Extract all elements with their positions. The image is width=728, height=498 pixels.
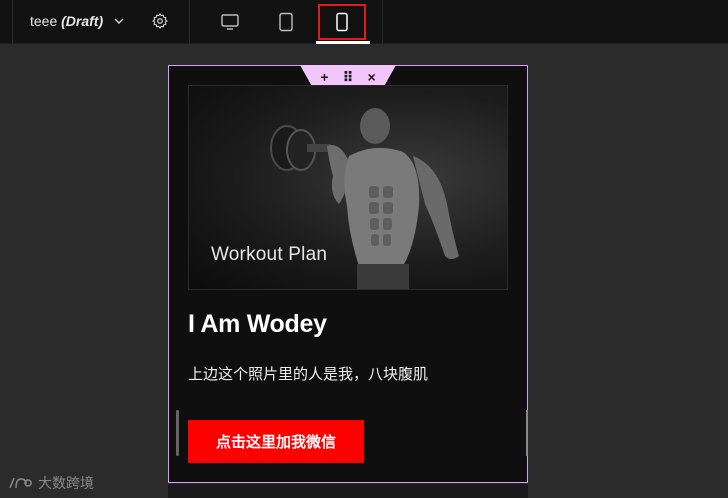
top-toolbar: teee (Draft) [0,0,728,44]
hero-caption: Workout Plan [211,244,328,265]
hero-image[interactable]: Workout Plan [188,85,508,290]
tablet-view-button[interactable] [269,8,303,36]
document-status: (Draft) [61,13,104,29]
add-section-icon[interactable]: + [320,70,328,84]
desktop-view-button[interactable] [213,8,247,36]
toolbar-divider [189,0,190,44]
desktop-icon [221,14,239,30]
toolbar-divider [12,0,13,44]
mobile-icon [336,12,348,32]
gear-icon[interactable] [151,12,169,30]
document-title[interactable]: teee (Draft) [30,13,103,29]
resize-handle[interactable] [176,410,179,456]
active-device-indicator [316,41,370,44]
watermark-logo-icon [9,477,32,489]
chevron-down-icon[interactable] [113,14,125,26]
page-subtext[interactable]: 上边这个照片里的人是我，八块腹肌 [188,363,428,384]
resize-handle[interactable] [526,410,528,456]
drag-handle-icon[interactable]: ⠿ [343,70,354,84]
next-section[interactable] [168,484,528,498]
cta-button[interactable]: 点击这里加我微信 [188,420,364,463]
document-name: teee [30,13,58,29]
page-headline[interactable]: I Am Wodey [188,310,327,339]
toolbar-divider [382,0,383,44]
tablet-icon [279,12,293,32]
watermark-text: 大数跨境 [38,476,94,492]
watermark: 大数跨境 [8,473,94,493]
delete-section-icon[interactable]: × [367,70,375,84]
mobile-view-button[interactable] [318,4,366,40]
